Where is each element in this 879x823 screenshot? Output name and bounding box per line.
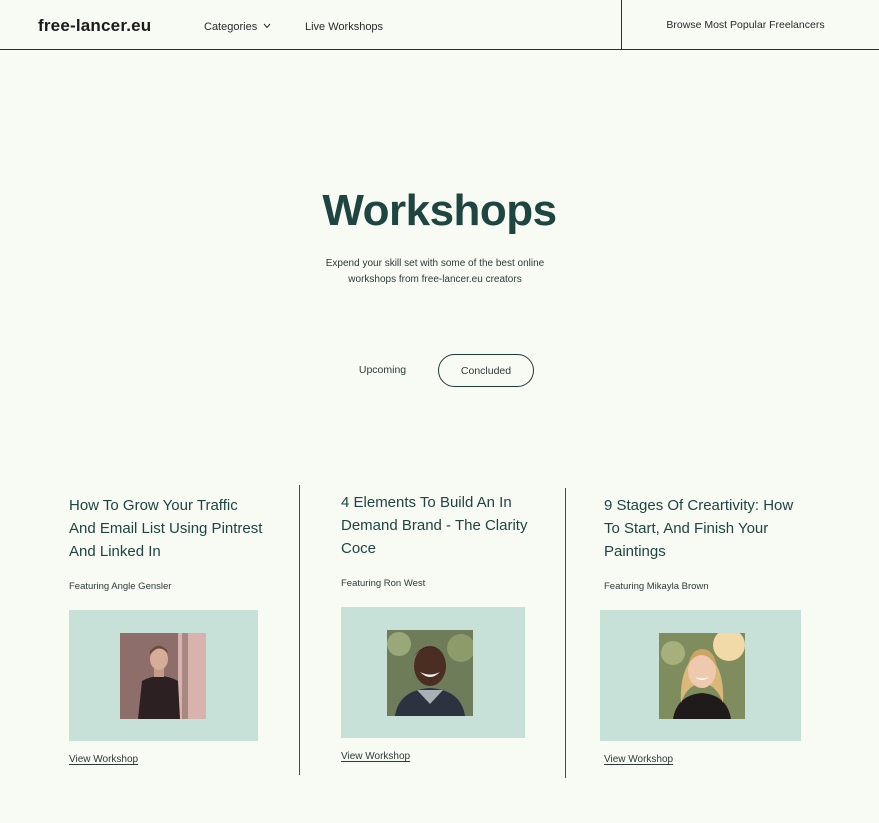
workshop-title[interactable]: 4 Elements To Build An In Demand Brand -… — [341, 491, 541, 560]
workshop-title-line: How To Grow Your Traffic — [69, 497, 238, 514]
workshop-card: 4 Elements To Build An In Demand Brand -… — [341, 491, 541, 560]
nav-categories[interactable]: Categories — [204, 21, 271, 33]
site-header: free-lancer.eu Categories Live Workshops… — [0, 0, 879, 50]
workshop-title-line: 4 Elements To Build An In — [341, 494, 512, 511]
site-logo[interactable]: free-lancer.eu — [38, 16, 151, 36]
tab-concluded[interactable]: Concluded — [438, 354, 534, 387]
workshop-title-line: And Linked In — [69, 543, 161, 560]
workshop-image-area[interactable] — [69, 610, 258, 741]
view-workshop-link[interactable]: View Workshop — [69, 754, 138, 765]
workshop-title-line: 9 Stages Of Creartivity: How — [604, 497, 794, 514]
card-divider — [565, 488, 566, 778]
workshop-card: 9 Stages Of Creartivity: How To Start, A… — [604, 494, 814, 563]
workshop-card: How To Grow Your Traffic And Email List … — [69, 494, 269, 563]
nav-categories-label: Categories — [204, 21, 258, 33]
card-divider — [299, 485, 300, 775]
page-subtitle: Expend your skill set with some of the b… — [315, 256, 555, 288]
page-title: Workshops — [322, 186, 557, 235]
view-workshop-link[interactable]: View Workshop — [604, 754, 673, 765]
workshop-title-line: Coce — [341, 540, 377, 557]
workshop-title[interactable]: 9 Stages Of Creartivity: How To Start, A… — [604, 494, 814, 563]
nav-live-workshops[interactable]: Live Workshops — [305, 21, 383, 33]
workshop-title-line: To Start, And Finish Your — [604, 520, 769, 537]
workshop-featuring: Featuring Ron West — [341, 578, 426, 589]
browse-freelancers-link[interactable]: Browse Most Popular Freelancers — [622, 19, 869, 31]
workshop-title-line: And Email List Using Pintrest — [69, 520, 263, 537]
workshop-featuring: Featuring Mikayla Brown — [604, 581, 709, 592]
view-workshop-link[interactable]: View Workshop — [341, 751, 410, 762]
workshop-title-line: Paintings — [604, 543, 666, 560]
creator-portrait — [659, 633, 745, 719]
tab-upcoming[interactable]: Upcoming — [345, 360, 420, 380]
chevron-down-icon — [263, 21, 271, 31]
subtitle-line-1: Expend your skill set with some of the b… — [325, 258, 545, 269]
workshop-title-line: Demand Brand - The Clarity — [341, 517, 528, 534]
creator-portrait — [387, 630, 473, 716]
creator-portrait — [120, 633, 206, 719]
workshop-title[interactable]: How To Grow Your Traffic And Email List … — [69, 494, 269, 563]
workshop-image-area[interactable] — [341, 607, 525, 738]
workshop-featuring: Featuring Angle Gensler — [69, 581, 172, 592]
workshop-image-area[interactable] — [600, 610, 801, 741]
subtitle-line-2: workshops from free-lancer.eu creators — [348, 274, 522, 285]
